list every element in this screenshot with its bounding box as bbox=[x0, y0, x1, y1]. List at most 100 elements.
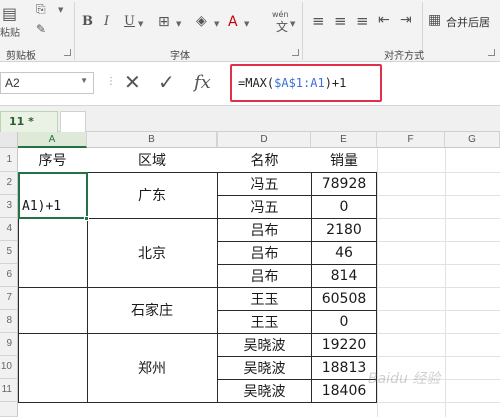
alignment-launcher-icon[interactable] bbox=[488, 49, 495, 56]
chevron-down-icon[interactable]: ▼ bbox=[244, 20, 249, 28]
name-cell[interactable]: 吴晓波 bbox=[218, 333, 311, 356]
fill-color-icon[interactable]: ◈ bbox=[196, 13, 207, 29]
gridline bbox=[377, 356, 500, 357]
sales-cell[interactable]: 46 bbox=[311, 241, 377, 264]
cancel-button[interactable]: ✕ bbox=[124, 70, 141, 94]
font-color-icon[interactable]: A bbox=[228, 14, 238, 30]
formula-text-suffix: )+1 bbox=[324, 76, 347, 90]
paste-icon[interactable]: ▤ bbox=[2, 4, 17, 23]
row-header[interactable]: 8 bbox=[0, 310, 18, 333]
sales-cell[interactable]: 0 bbox=[311, 310, 377, 333]
row-header[interactable]: 2 bbox=[0, 172, 18, 195]
name-cell[interactable]: 吴晓波 bbox=[218, 379, 311, 402]
sheet-tab-active[interactable]: 11 * bbox=[0, 111, 58, 132]
row-header[interactable]: 11 bbox=[0, 379, 18, 402]
gridline bbox=[377, 310, 500, 311]
sales-cell[interactable]: 19220 bbox=[311, 333, 377, 356]
clipboard-group-label: 剪贴板 bbox=[6, 51, 36, 62]
header-cell-name[interactable]: 名称 bbox=[218, 148, 311, 172]
font-launcher-icon[interactable] bbox=[292, 49, 299, 56]
row-header[interactable]: 10 bbox=[0, 356, 18, 379]
row-header[interactable] bbox=[0, 402, 18, 417]
gridline bbox=[377, 333, 500, 334]
column-header-d[interactable]: D bbox=[218, 132, 311, 148]
chevron-down-icon[interactable]: ▼ bbox=[290, 20, 295, 28]
name-box[interactable]: A2 ▼ bbox=[0, 72, 94, 94]
row-header[interactable]: 5 bbox=[0, 241, 18, 264]
insert-function-button[interactable]: fx bbox=[194, 72, 211, 93]
name-cell[interactable]: 吕布 bbox=[218, 241, 311, 264]
decrease-indent-icon[interactable]: ⇤ bbox=[378, 12, 390, 28]
column-header-e[interactable]: E bbox=[311, 132, 377, 148]
clipboard-launcher-icon[interactable] bbox=[64, 49, 71, 56]
drag-handle-icon[interactable]: ⋮ bbox=[106, 76, 116, 87]
region-cell[interactable]: 石家庄 bbox=[87, 287, 217, 333]
column-header-b[interactable]: B bbox=[87, 132, 217, 148]
copy-icon[interactable]: ⎘ bbox=[36, 2, 46, 17]
new-sheet-tab[interactable] bbox=[60, 111, 86, 132]
formula-text-prefix: =MAX( bbox=[238, 76, 275, 90]
sales-cell[interactable]: 78928 bbox=[311, 172, 377, 195]
chevron-down-icon[interactable]: ▼ bbox=[138, 20, 143, 28]
paste-button-label[interactable]: 粘贴 bbox=[0, 24, 20, 39]
name-cell[interactable]: 冯五 bbox=[218, 172, 311, 195]
name-cell[interactable]: 王玉 bbox=[218, 310, 311, 333]
chevron-down-icon[interactable]: ▼ bbox=[80, 76, 88, 85]
merge-icon[interactable]: ▦ bbox=[428, 12, 441, 28]
region-cell[interactable]: 北京 bbox=[87, 218, 217, 287]
underline-button[interactable]: U bbox=[124, 14, 135, 29]
gridline bbox=[377, 195, 500, 196]
chevron-down-icon[interactable]: ▼ bbox=[176, 20, 181, 28]
row-header[interactable]: 6 bbox=[0, 264, 18, 287]
header-cell-sales[interactable]: 销量 bbox=[311, 148, 377, 172]
sheet-tab-strip: 11 * bbox=[0, 106, 500, 132]
chevron-down-icon[interactable]: ▼ bbox=[214, 20, 219, 28]
header-cell-index[interactable]: 序号 bbox=[18, 148, 87, 172]
sales-cell[interactable]: 2180 bbox=[311, 218, 377, 241]
align-right-icon[interactable]: ≡ bbox=[356, 12, 369, 30]
cell-selection bbox=[18, 172, 88, 219]
alignment-group-label: 对齐方式 bbox=[384, 51, 424, 62]
increase-indent-icon[interactable]: ⇥ bbox=[400, 12, 412, 28]
border-icon[interactable]: ⊞ bbox=[158, 14, 170, 30]
align-center-icon[interactable]: ≡ bbox=[334, 12, 347, 30]
chevron-down-icon[interactable]: ▼ bbox=[58, 6, 63, 14]
row-header[interactable]: 7 bbox=[0, 287, 18, 310]
row-header[interactable]: 1 bbox=[0, 148, 18, 172]
formula-input[interactable]: =MAX($A$1:A1)+1 bbox=[230, 64, 382, 102]
name-cell[interactable]: 吕布 bbox=[218, 218, 311, 241]
gridline bbox=[377, 241, 500, 242]
sales-cell[interactable]: 814 bbox=[311, 264, 377, 287]
phonetic-icon[interactable]: 文 bbox=[276, 18, 288, 35]
align-left-icon[interactable]: ≡ bbox=[312, 12, 325, 30]
name-cell[interactable]: 吴晓波 bbox=[218, 356, 311, 379]
column-header-g[interactable]: G bbox=[445, 132, 500, 148]
ribbon: ▤ 粘贴 ⎘ ▼ ✎ 剪贴板 B I U ▼ ⊞ ▼ ◈ ▼ A ▼ wén 文… bbox=[0, 0, 500, 62]
merge-center-button[interactable]: 合并后居 bbox=[446, 14, 490, 30]
name-cell[interactable]: 吕布 bbox=[218, 264, 311, 287]
column-header-a[interactable]: A bbox=[18, 132, 87, 148]
font-group-label: 字体 bbox=[170, 51, 190, 62]
confirm-button[interactable]: ✓ bbox=[158, 70, 175, 94]
gridline bbox=[377, 287, 500, 288]
row-header[interactable]: 9 bbox=[0, 333, 18, 356]
table-border bbox=[18, 402, 377, 403]
name-cell[interactable]: 冯五 bbox=[218, 195, 311, 218]
bold-button[interactable]: B bbox=[82, 14, 93, 29]
row-header[interactable]: 3 bbox=[0, 195, 18, 218]
format-painter-icon[interactable]: ✎ bbox=[36, 22, 46, 36]
gridline bbox=[377, 172, 500, 173]
row-header[interactable]: 4 bbox=[0, 218, 18, 241]
sales-cell[interactable]: 60508 bbox=[311, 287, 377, 310]
header-cell-region[interactable]: 区域 bbox=[87, 148, 217, 172]
formula-bar: A2 ▼ ⋮ ✕ ✓ fx =MAX($A$1:A1)+1 bbox=[0, 62, 500, 106]
region-cell[interactable]: 郑州 bbox=[87, 333, 217, 402]
column-header-f[interactable]: F bbox=[377, 132, 445, 148]
gridline bbox=[377, 402, 500, 403]
sales-cell[interactable]: 0 bbox=[311, 195, 377, 218]
region-cell[interactable]: 广东 bbox=[87, 172, 217, 218]
formula-range-ref: $A$1:A1 bbox=[274, 76, 325, 90]
italic-button[interactable]: I bbox=[104, 14, 109, 29]
select-all-corner[interactable] bbox=[0, 132, 18, 148]
name-cell[interactable]: 王玉 bbox=[218, 287, 311, 310]
